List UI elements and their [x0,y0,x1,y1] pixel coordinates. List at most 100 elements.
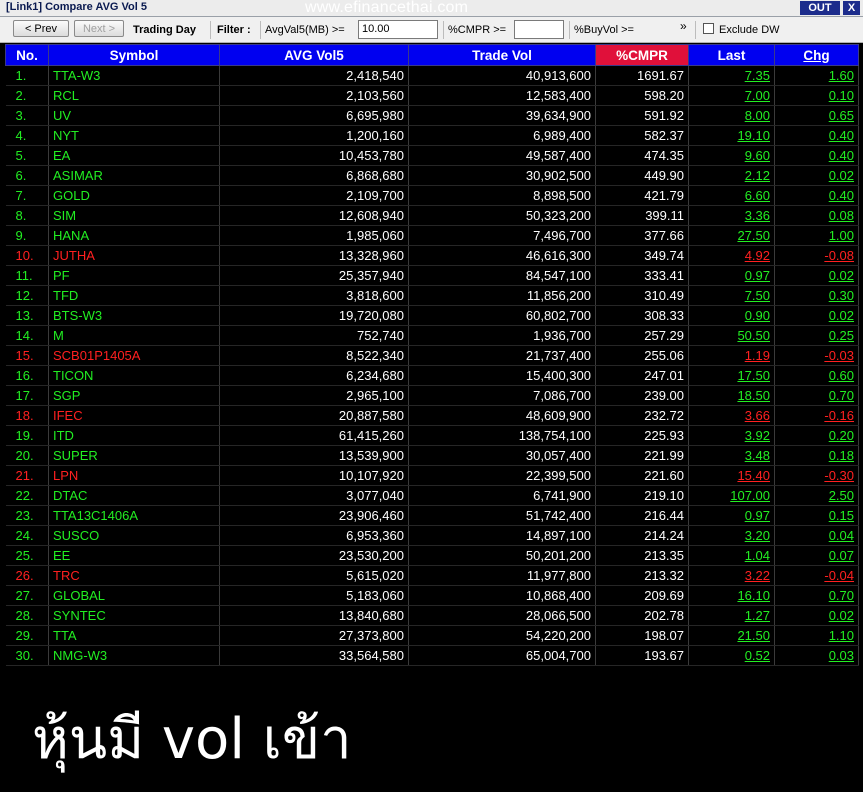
change-cell[interactable]: 0.02 [774,305,859,326]
table-row[interactable]: 10. JUTHA 13,328,960 46,616,300 349.74 4.92 -0… [5,245,859,266]
symbol-cell[interactable]: TTA13C1406A [48,505,220,526]
change-cell[interactable]: 0.03 [774,645,859,666]
last-price-cell[interactable]: 50.50 [688,325,775,346]
symbol-cell[interactable]: ITD [48,425,220,446]
exclude-dw-label[interactable]: Exclude DW [719,21,780,39]
change-cell[interactable]: 1.60 [774,65,859,86]
change-cell[interactable]: 0.25 [774,325,859,346]
table-row[interactable]: 2. RCL 2,103,560 12,583,400 598.20 7.00 0.10 [5,85,859,106]
change-cell[interactable]: -0.04 [774,565,859,586]
table-row[interactable]: 16. TICON 6,234,680 15,400,300 247.01 17.50 0.… [5,365,859,386]
symbol-cell[interactable]: EA [48,145,220,166]
change-cell[interactable]: 1.10 [774,625,859,646]
change-cell[interactable]: 0.04 [774,525,859,546]
table-row[interactable]: 18. IFEC 20,887,580 48,609,900 232.72 3.66 -0.… [5,405,859,426]
change-cell[interactable]: 0.20 [774,425,859,446]
last-price-cell[interactable]: 1.19 [688,345,775,366]
change-cell[interactable]: 0.65 [774,105,859,126]
last-price-cell[interactable]: 3.20 [688,525,775,546]
last-price-cell[interactable]: 8.00 [688,105,775,126]
table-row[interactable]: 27. GLOBAL 5,183,060 10,868,400 209.69 16.10 0… [5,585,859,606]
trading-day-label[interactable]: Trading Day [133,21,196,39]
table-row[interactable]: 21. LPN 10,107,920 22,399,500 221.60 15.40 -0.… [5,465,859,486]
last-price-cell[interactable]: 21.50 [688,625,775,646]
change-cell[interactable]: -0.08 [774,245,859,266]
header-trade-vol[interactable]: Trade Vol [408,44,596,66]
symbol-cell[interactable]: NMG-W3 [48,645,220,666]
table-row[interactable]: 23. TTA13C1406A 23,906,460 51,742,400 216.44… [5,505,859,526]
last-price-cell[interactable]: 3.36 [688,205,775,226]
symbol-cell[interactable]: GLOBAL [48,585,220,606]
change-cell[interactable]: 0.40 [774,125,859,146]
change-cell[interactable]: 0.40 [774,145,859,166]
symbol-cell[interactable]: SYNTEC [48,605,220,626]
last-price-cell[interactable]: 9.60 [688,145,775,166]
change-cell[interactable]: -0.16 [774,405,859,426]
table-row[interactable]: 11. PF 25,357,940 84,547,100 333.41 0.97 0.02 [5,265,859,286]
last-price-cell[interactable]: 1.27 [688,605,775,626]
symbol-cell[interactable]: RCL [48,85,220,106]
last-price-cell[interactable]: 0.52 [688,645,775,666]
symbol-cell[interactable]: EE [48,545,220,566]
table-row[interactable]: 30. NMG-W3 33,564,580 65,004,700 193.67 0.52 0… [5,645,859,666]
last-price-cell[interactable]: 3.92 [688,425,775,446]
table-row[interactable]: 24. SUSCO 6,953,360 14,897,100 214.24 3.20 0.0… [5,525,859,546]
change-cell[interactable]: -0.03 [774,345,859,366]
table-row[interactable]: 22. DTAC 3,077,040 6,741,900 219.10 107.00 2.5… [5,485,859,506]
more-chevron-icon[interactable]: » [680,17,687,35]
symbol-cell[interactable]: IFEC [48,405,220,426]
change-cell[interactable]: 1.00 [774,225,859,246]
change-cell[interactable]: 0.18 [774,445,859,466]
change-cell[interactable]: -0.30 [774,465,859,486]
symbol-cell[interactable]: HANA [48,225,220,246]
last-price-cell[interactable]: 1.04 [688,545,775,566]
table-row[interactable]: 4. NYT 1,200,160 6,989,400 582.37 19.10 0.40 [5,125,859,146]
cmpr-filter-input[interactable] [514,20,564,39]
last-price-cell[interactable]: 0.97 [688,265,775,286]
last-price-cell[interactable]: 0.97 [688,505,775,526]
last-price-cell[interactable]: 19.10 [688,125,775,146]
symbol-cell[interactable]: TICON [48,365,220,386]
header-avg-vol5[interactable]: AVG Vol5 [219,44,409,66]
symbol-cell[interactable]: ASIMAR [48,165,220,186]
last-price-cell[interactable]: 6.60 [688,185,775,206]
change-cell[interactable]: 0.60 [774,365,859,386]
last-price-cell[interactable]: 107.00 [688,485,775,506]
last-price-cell[interactable]: 15.40 [688,465,775,486]
table-row[interactable]: 6. ASIMAR 6,868,680 30,902,500 449.90 2.12 0.0… [5,165,859,186]
table-row[interactable]: 14. M 752,740 1,936,700 257.29 50.50 0.25 [5,325,859,346]
last-price-cell[interactable]: 3.22 [688,565,775,586]
table-row[interactable]: 15. SCB01P1405A 8,522,340 21,737,400 255.06 1… [5,345,859,366]
header-cmpr[interactable]: %CMPR [595,44,689,66]
symbol-cell[interactable]: M [48,325,220,346]
symbol-cell[interactable]: JUTHA [48,245,220,266]
last-price-cell[interactable]: 7.50 [688,285,775,306]
change-cell[interactable]: 0.10 [774,85,859,106]
symbol-cell[interactable]: TTA [48,625,220,646]
table-row[interactable]: 17. SGP 2,965,100 7,086,700 239.00 18.50 0.70 [5,385,859,406]
change-cell[interactable]: 0.40 [774,185,859,206]
header-last[interactable]: Last [688,44,775,66]
symbol-cell[interactable]: TFD [48,285,220,306]
last-price-cell[interactable]: 2.12 [688,165,775,186]
table-row[interactable]: 9. HANA 1,985,060 7,496,700 377.66 27.50 1.00 [5,225,859,246]
symbol-cell[interactable]: GOLD [48,185,220,206]
out-button[interactable]: OUT [800,1,840,15]
symbol-cell[interactable]: UV [48,105,220,126]
change-cell[interactable]: 0.02 [774,605,859,626]
change-cell[interactable]: 0.02 [774,265,859,286]
symbol-cell[interactable]: LPN [48,465,220,486]
table-row[interactable]: 25. EE 23,530,200 50,201,200 213.35 1.04 0.07 [5,545,859,566]
table-row[interactable]: 19. ITD 61,415,260 138,754,100 225.93 3.92 0.2… [5,425,859,446]
symbol-cell[interactable]: SGP [48,385,220,406]
last-price-cell[interactable]: 0.90 [688,305,775,326]
table-row[interactable]: 1. TTA-W3 2,418,540 40,913,600 1691.67 7.35 1.… [5,65,859,86]
change-cell[interactable]: 0.70 [774,385,859,406]
avgvol-filter-input[interactable]: 10.00 [358,20,438,39]
header-no[interactable]: No. [5,44,49,66]
change-cell[interactable]: 0.30 [774,285,859,306]
last-price-cell[interactable]: 27.50 [688,225,775,246]
change-cell[interactable]: 0.08 [774,205,859,226]
symbol-cell[interactable]: TTA-W3 [48,65,220,86]
table-row[interactable]: 13. BTS-W3 19,720,080 60,802,700 308.33 0.90 0… [5,305,859,326]
